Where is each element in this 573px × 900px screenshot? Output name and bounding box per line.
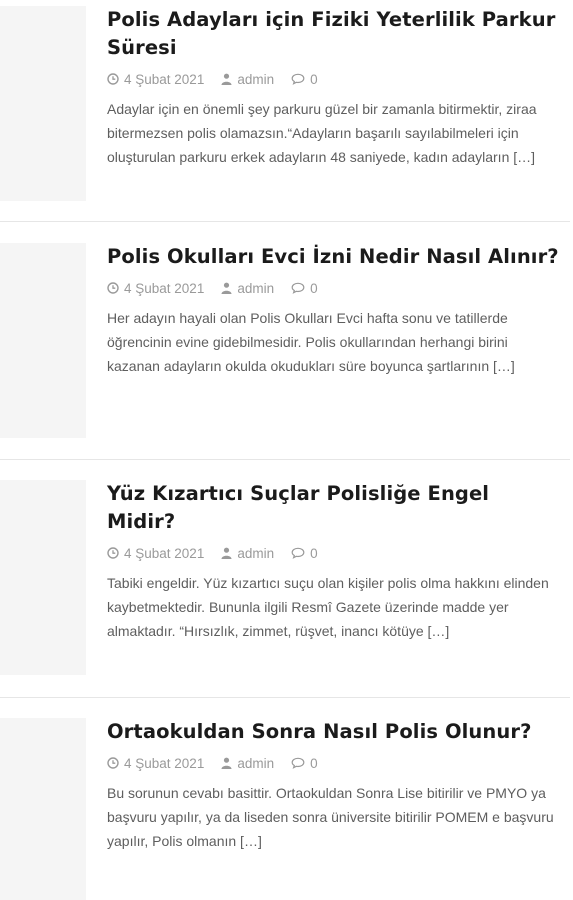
post-title-link[interactable]: Polis Okulları Evci İzni Nedir Nasıl Alı… bbox=[107, 243, 563, 271]
post-meta: 4 Şubat 2021 admin 0 bbox=[107, 754, 563, 772]
post-meta: 4 Şubat 2021 admin 0 bbox=[107, 279, 563, 297]
post-title-link[interactable]: Yüz Kızartıcı Suçlar Polisliğe Engel Mid… bbox=[107, 480, 563, 536]
post-date[interactable]: 4 Şubat 2021 bbox=[107, 72, 204, 87]
post-author-text: admin bbox=[237, 280, 275, 296]
post-body: Polis Okulları Evci İzni Nedir Nasıl Alı… bbox=[107, 243, 563, 378]
post-author[interactable]: admin bbox=[221, 72, 274, 87]
post-author[interactable]: admin bbox=[221, 281, 274, 296]
user-icon bbox=[221, 282, 232, 294]
post-body: Ortaokuldan Sonra Nasıl Polis Olunur? 4 … bbox=[107, 718, 563, 853]
post-title-link[interactable]: Ortaokuldan Sonra Nasıl Polis Olunur? bbox=[107, 718, 563, 746]
post-date-text: 4 Şubat 2021 bbox=[124, 71, 205, 87]
post-body: Yüz Kızartıcı Suçlar Polisliğe Engel Mid… bbox=[107, 480, 563, 643]
post-comments[interactable]: 0 bbox=[291, 756, 318, 771]
post-excerpt: Adaylar için en önemli şey parkuru güzel… bbox=[107, 101, 537, 165]
post-date-text: 4 Şubat 2021 bbox=[124, 755, 205, 771]
user-icon bbox=[221, 547, 232, 559]
post-meta: 4 Şubat 2021 admin 0 bbox=[107, 70, 563, 88]
post-author-text: admin bbox=[237, 545, 275, 561]
clock-icon bbox=[107, 73, 119, 85]
post-comments[interactable]: 0 bbox=[291, 281, 318, 296]
user-icon bbox=[221, 73, 232, 85]
post-body: Polis Adayları için Fiziki Yeterlilik Pa… bbox=[107, 6, 563, 169]
post-comments[interactable]: 0 bbox=[291, 72, 318, 87]
clock-icon bbox=[107, 757, 119, 769]
comment-icon bbox=[291, 547, 305, 559]
post-excerpt: Tabiki engeldir. Yüz kızartıcı suçu olan… bbox=[107, 575, 549, 639]
user-icon bbox=[221, 757, 232, 769]
post-date[interactable]: 4 Şubat 2021 bbox=[107, 546, 204, 561]
post-divider bbox=[0, 459, 570, 460]
post-excerpt: Bu sorunun cevabı basittir. Ortaokuldan … bbox=[107, 785, 554, 849]
post-author[interactable]: admin bbox=[221, 756, 274, 771]
post-meta: 4 Şubat 2021 admin 0 bbox=[107, 544, 563, 562]
post-comments-count: 0 bbox=[310, 280, 318, 296]
post-date[interactable]: 4 Şubat 2021 bbox=[107, 756, 204, 771]
post-divider bbox=[0, 221, 570, 222]
post-thumbnail[interactable] bbox=[0, 718, 86, 900]
post-author-text: admin bbox=[237, 71, 275, 87]
post-date-text: 4 Şubat 2021 bbox=[124, 280, 205, 296]
post-thumbnail[interactable] bbox=[0, 243, 86, 438]
post-divider bbox=[0, 697, 570, 698]
comment-icon bbox=[291, 282, 305, 294]
post-thumbnail[interactable] bbox=[0, 480, 86, 675]
clock-icon bbox=[107, 282, 119, 294]
clock-icon bbox=[107, 547, 119, 559]
post-comments[interactable]: 0 bbox=[291, 546, 318, 561]
post-comments-count: 0 bbox=[310, 545, 318, 561]
post-date-text: 4 Şubat 2021 bbox=[124, 545, 205, 561]
post-excerpt: Her adayın hayali olan Polis Okulları Ev… bbox=[107, 310, 515, 374]
post-author[interactable]: admin bbox=[221, 546, 274, 561]
post-comments-count: 0 bbox=[310, 71, 318, 87]
post-list: Polis Adayları için Fiziki Yeterlilik Pa… bbox=[0, 0, 573, 900]
post-author-text: admin bbox=[237, 755, 275, 771]
post-comments-count: 0 bbox=[310, 755, 318, 771]
comment-icon bbox=[291, 757, 305, 769]
post-date[interactable]: 4 Şubat 2021 bbox=[107, 281, 204, 296]
post-thumbnail[interactable] bbox=[0, 6, 86, 201]
comment-icon bbox=[291, 73, 305, 85]
post-title-link[interactable]: Polis Adayları için Fiziki Yeterlilik Pa… bbox=[107, 6, 563, 62]
